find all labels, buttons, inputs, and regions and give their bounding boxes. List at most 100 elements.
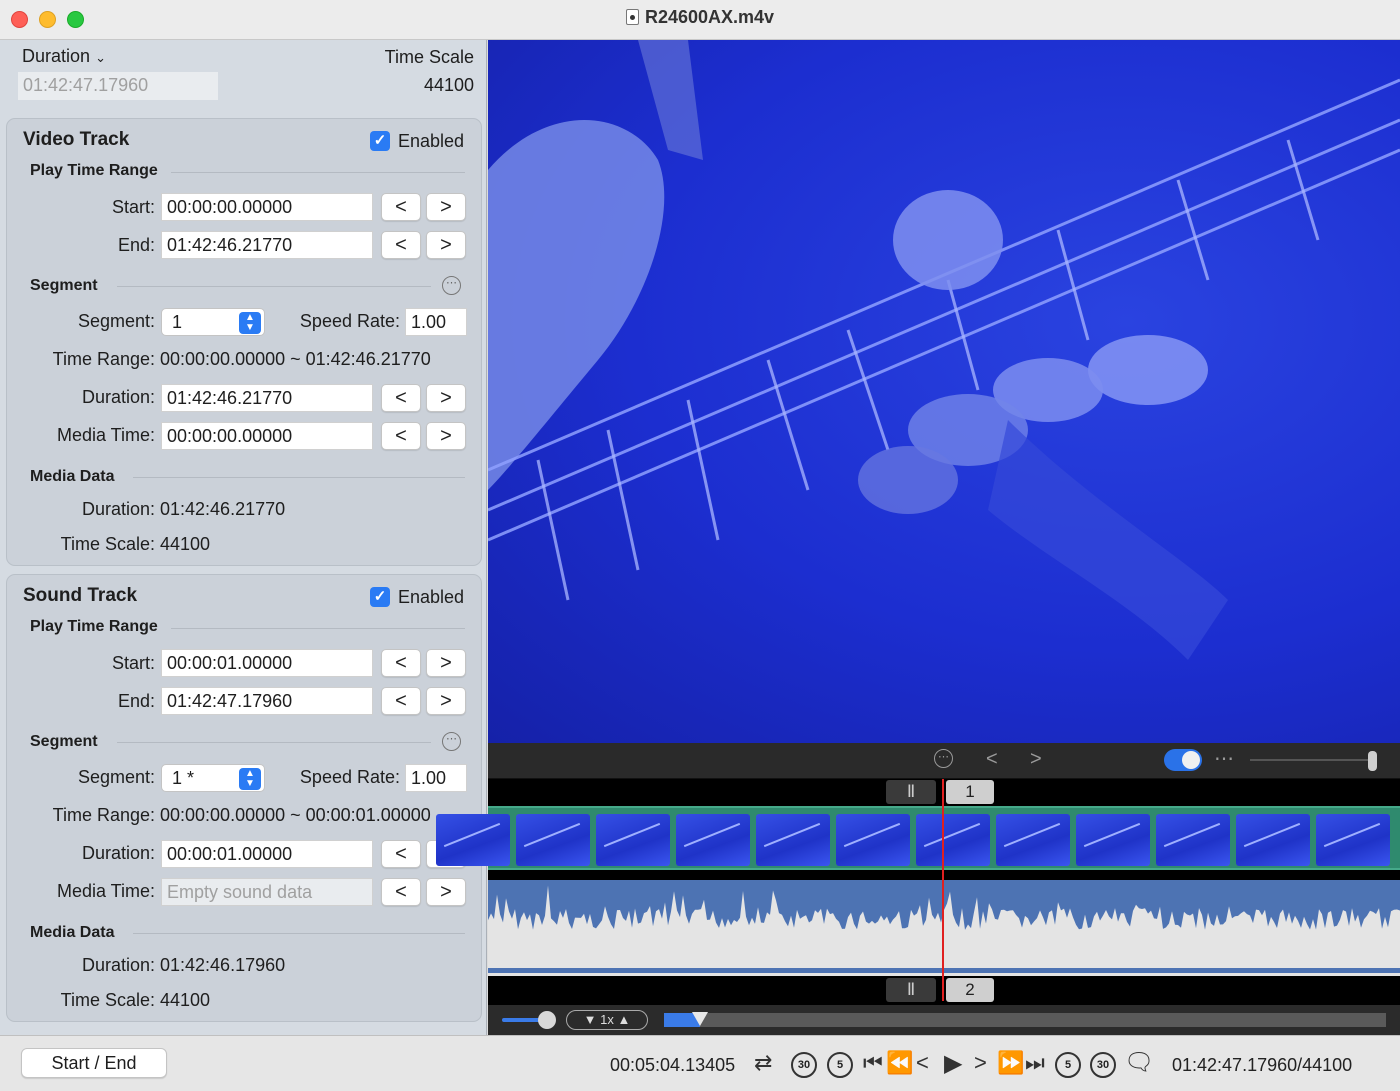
sound-end-prev-button[interactable]: < [381, 687, 421, 715]
video-media-data-heading: Media Data [30, 468, 115, 485]
rate-down-icon[interactable]: ▼ [584, 1012, 597, 1027]
current-time: 00:05:04.13405 [610, 1055, 736, 1075]
skip-forward-5-button[interactable]: 5 [1055, 1052, 1081, 1078]
sound-segment-stepper[interactable]: 1 * ▲ ▼ [161, 764, 265, 792]
video-speed-field[interactable]: 1.00 [405, 308, 467, 336]
skip-forward-30-button[interactable]: 30 [1090, 1052, 1116, 1078]
sound-start-next-button[interactable]: > [426, 649, 466, 677]
video-md-timescale-label: Time Scale: [60, 534, 155, 554]
sound-start-field[interactable]: 00:00:01.00000 [161, 649, 373, 677]
video-media-time-next-button[interactable]: > [426, 422, 466, 450]
rate-up-icon[interactable]: ▲ [617, 1012, 630, 1027]
video-thumbnail [1236, 814, 1310, 866]
sound-end-next-button[interactable]: > [426, 687, 466, 715]
go-to-end-icon[interactable]: ⏭ [1025, 1050, 1045, 1076]
video-end-next-button[interactable]: > [426, 231, 466, 259]
sound-segment-marker[interactable]: 2 [946, 978, 994, 1002]
sound-enabled-checkbox[interactable]: ✓ [370, 587, 390, 607]
sound-end-field[interactable]: 01:42:47.17960 [161, 687, 373, 715]
audio-waveform[interactable] [488, 880, 1400, 976]
video-thumbnail [436, 814, 510, 866]
chevron-left-icon: < [986, 748, 998, 770]
trim-handle-icon[interactable]: Ⅱ [886, 978, 936, 1002]
timeline[interactable]: Ⅱ 1 Ⅱ 2 ▼ 1x ▲ [436, 779, 1400, 1035]
loop-icon[interactable]: ⇄ [754, 1050, 772, 1076]
playhead[interactable] [942, 779, 944, 1001]
video-thumbnail [756, 814, 830, 866]
skip-back-30-button[interactable]: 30 [791, 1052, 817, 1078]
video-view[interactable] [488, 40, 1400, 743]
playback-rate-control[interactable]: ▼ 1x ▲ [566, 1010, 648, 1030]
chevron-right-icon: > [440, 652, 452, 674]
next-segment-button[interactable]: > [1030, 748, 1042, 771]
video-start-next-button[interactable]: > [426, 193, 466, 221]
ellipsis-icon[interactable]: ⋯ [1214, 746, 1234, 771]
fast-forward-icon[interactable]: ⏩ [997, 1050, 1024, 1076]
skip-back-5-button[interactable]: 5 [827, 1052, 853, 1078]
divider [117, 286, 431, 287]
video-end-field[interactable]: 01:42:46.21770 [161, 231, 373, 259]
video-media-time-label: Media Time: [56, 425, 155, 445]
bottom-toolbar: Start / End 00:05:04.13405 ⇄ 30 5 ⏮ ⏪ < … [0, 1035, 1400, 1091]
step-back-icon[interactable]: < [916, 1050, 929, 1076]
video-segment-heading: Segment [30, 277, 98, 294]
video-segment-marker[interactable]: 1 [946, 780, 994, 804]
rewind-icon[interactable]: ⏪ [886, 1050, 913, 1076]
video-track-title: Video Track [23, 129, 130, 150]
video-filmstrip[interactable] [436, 806, 1400, 870]
trim-handle-icon[interactable]: Ⅱ [886, 780, 936, 804]
waveform-shape [488, 880, 1400, 976]
snap-toggle[interactable] [1164, 749, 1202, 771]
chevron-down-icon: ⌄ [95, 50, 106, 65]
video-end-prev-button[interactable]: < [381, 231, 421, 259]
video-thumbnail [1316, 814, 1390, 866]
chevron-right-icon: > [440, 425, 452, 447]
video-track-box: Video Track ✓ Enabled Play Time Range St… [6, 118, 482, 566]
volume-knob[interactable] [538, 1011, 556, 1029]
sound-media-data-heading: Media Data [30, 924, 115, 941]
sound-media-time-next-button[interactable]: > [426, 878, 466, 906]
play-icon[interactable]: ▶ [944, 1049, 962, 1078]
sound-duration-prev-button[interactable]: < [381, 840, 421, 868]
previous-segment-button[interactable]: < [986, 748, 998, 771]
duration-dropdown[interactable]: Duration ⌄ [22, 46, 106, 67]
video-media-time-prev-button[interactable]: < [381, 422, 421, 450]
sound-media-time-prev-button[interactable]: < [381, 878, 421, 906]
more-options-icon[interactable]: ⋯ [442, 276, 461, 295]
video-media-time-field[interactable]: 00:00:00.00000 [161, 422, 373, 450]
sound-start-prev-button[interactable]: < [381, 649, 421, 677]
playback-progress-bar[interactable] [664, 1012, 1386, 1027]
video-duration-field[interactable]: 01:42:46.21770 [161, 384, 373, 412]
go-to-start-icon[interactable]: ⏮ [863, 1050, 883, 1076]
step-forward-icon[interactable]: > [974, 1050, 987, 1076]
waveform-graphic [488, 880, 1400, 976]
more-options-icon[interactable]: ⋯ [442, 732, 461, 751]
video-start-field[interactable]: 00:00:00.00000 [161, 193, 373, 221]
sound-md-timescale-value: 44100 [160, 990, 211, 1010]
video-duration-prev-button[interactable]: < [381, 384, 421, 412]
start-end-button[interactable]: Start / End [21, 1048, 167, 1078]
zoom-slider-track[interactable] [1250, 759, 1374, 761]
speech-bubble-icon[interactable]: 🗨 [1124, 1048, 1154, 1077]
chevron-right-icon: > [1030, 748, 1042, 770]
sound-segment-heading: Segment [30, 733, 98, 750]
progress-thumb[interactable] [692, 1012, 709, 1026]
video-duration-next-button[interactable]: > [426, 384, 466, 412]
video-start-prev-button[interactable]: < [381, 193, 421, 221]
chevron-left-icon: < [395, 387, 407, 409]
sound-segment-value: 1 * [172, 768, 195, 788]
video-time-range-label: Time Range: [52, 349, 155, 369]
stepper-arrows-icon[interactable]: ▲ ▼ [239, 312, 261, 334]
video-thumbnail [516, 814, 590, 866]
stepper-arrows-icon[interactable]: ▲ ▼ [239, 768, 261, 790]
sound-duration-label: Duration: [81, 843, 155, 863]
sound-speed-field[interactable]: 1.00 [405, 764, 467, 792]
sound-segment-label: Segment: [77, 767, 155, 787]
zoom-slider-knob[interactable] [1368, 751, 1377, 771]
video-time-range-value: 00:00:00.00000 ~ 01:42:46.21770 [160, 349, 431, 369]
video-enabled-checkbox[interactable]: ✓ [370, 131, 390, 151]
more-options-icon[interactable]: ⋯ [934, 749, 953, 768]
chevron-left-icon: < [395, 652, 407, 674]
video-segment-stepper[interactable]: 1 ▲ ▼ [161, 308, 265, 336]
sound-duration-field[interactable]: 00:00:01.00000 [161, 840, 373, 868]
